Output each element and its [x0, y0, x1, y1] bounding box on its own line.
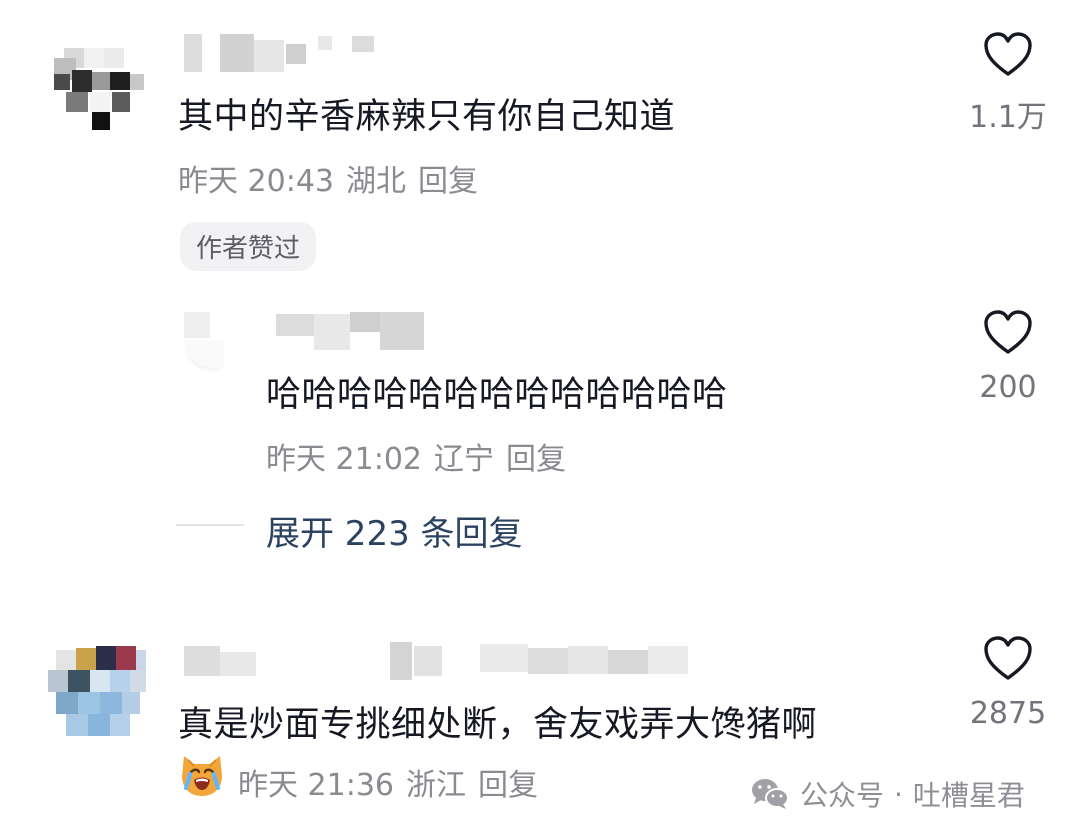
comment-text[interactable]: 其中的辛香麻辣只有你自己知道: [178, 88, 675, 139]
reply-button[interactable]: 回复: [506, 442, 566, 477]
like-button[interactable]: 1.1万: [948, 28, 1068, 138]
like-button[interactable]: 200: [948, 306, 1068, 416]
comment-meta: 昨天 21:02 辽宁 回复: [266, 434, 578, 478]
avatar[interactable]: [184, 312, 254, 370]
comment-meta: 昨天 21:36 浙江 回复: [238, 760, 550, 804]
comment-location: 浙江: [406, 768, 466, 803]
expand-replies-button[interactable]: 展开 223 条回复: [266, 506, 523, 555]
reply-button[interactable]: 回复: [418, 164, 478, 199]
like-count: 1.1万: [969, 100, 1047, 135]
like-button[interactable]: 2875: [948, 632, 1068, 742]
heart-outline-icon: [984, 310, 1032, 354]
reply-button[interactable]: 回复: [478, 768, 538, 803]
like-count: 2875: [969, 696, 1047, 731]
watermark-prefix: 公众号: [800, 779, 885, 812]
comment-location: 辽宁: [434, 442, 494, 477]
comment-time: 昨天 20:43: [178, 164, 334, 199]
crying-cat-emoji-icon: [178, 750, 226, 798]
heart-outline-icon: [984, 32, 1032, 76]
wechat-icon: [752, 779, 789, 809]
comment-time: 昨天 21:02: [266, 442, 422, 477]
username-blurred[interactable]: [184, 34, 394, 74]
username-blurred[interactable]: [276, 312, 436, 352]
watermark-separator: ·: [894, 777, 903, 811]
comment-text[interactable]: 哈哈哈哈哈哈哈哈哈哈哈哈哈: [266, 366, 728, 417]
comment-time: 昨天 21:36: [238, 768, 394, 803]
comment-location: 湖北: [346, 164, 406, 199]
like-count: 200: [979, 370, 1037, 405]
avatar[interactable]: [46, 644, 146, 744]
username-blurred[interactable]: [184, 642, 704, 682]
heart-outline-icon: [984, 636, 1032, 680]
watermark-name: 吐槽星君: [912, 779, 1025, 812]
author-liked-badge: 作者赞过: [180, 222, 317, 271]
avatar[interactable]: [46, 40, 146, 140]
expand-divider: [176, 524, 244, 526]
comment-text[interactable]: 真是炒面专挑细处断，舍友戏弄大馋猪啊: [178, 696, 817, 747]
comment-meta: 昨天 20:43 湖北 回复: [178, 156, 490, 200]
watermark: 公众号 · 吐槽星君: [750, 774, 1025, 814]
